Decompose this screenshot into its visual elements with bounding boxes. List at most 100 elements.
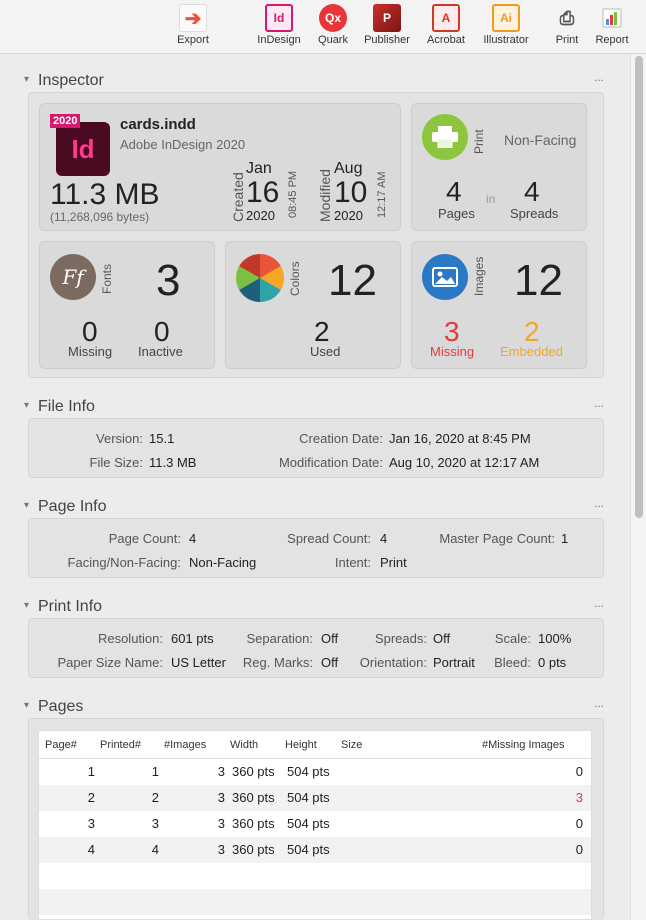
- table-row[interactable]: 2 2 3 360 pts 504 pts 3: [39, 785, 591, 811]
- images-count: 12: [514, 256, 563, 305]
- created-label: Created: [230, 172, 246, 222]
- export-button[interactable]: ➔ Export: [161, 4, 225, 46]
- file-app: Adobe InDesign 2020: [120, 137, 246, 152]
- paper-size-value: US Letter: [171, 655, 226, 670]
- table-cell: 360 pts: [232, 842, 275, 857]
- spreads-label: Spreads:: [374, 631, 427, 646]
- created-day: 16: [246, 176, 280, 209]
- creation-date-value: Jan 16, 2020 at 8:45 PM: [389, 431, 531, 446]
- file-info-more-button[interactable]: ...: [594, 396, 604, 410]
- fonts-label: Fonts: [100, 263, 114, 294]
- table-cell: 3: [217, 842, 225, 857]
- images-icon: [422, 254, 468, 300]
- table-cell: 2: [87, 790, 95, 805]
- page-info-more-button[interactable]: ...: [594, 496, 604, 510]
- inspector-title: Inspector: [38, 72, 104, 89]
- bleed-value: 0 pts: [538, 655, 567, 670]
- table-row[interactable]: 1 1 3 360 pts 504 pts 0: [39, 759, 591, 785]
- page-info-title: Page Info: [38, 498, 107, 515]
- inspector-header[interactable]: ▾ Inspector ...: [24, 70, 604, 92]
- column-header[interactable]: Height: [285, 739, 317, 751]
- table-cell: 1: [87, 764, 95, 779]
- colors-card: Colors 12 2 Used: [225, 241, 401, 369]
- column-header[interactable]: Printed#: [100, 739, 141, 751]
- table-cell: 3: [87, 816, 95, 831]
- illustrator-icon: Ai: [492, 4, 520, 32]
- modification-date-label: Modification Date:: [278, 455, 383, 470]
- modified-day: 10: [334, 176, 368, 209]
- fonts-inactive-label: Inactive: [138, 344, 183, 359]
- publisher-button[interactable]: P Publisher: [355, 4, 419, 46]
- fonts-count: 3: [156, 256, 181, 305]
- export-icon: ➔: [179, 4, 207, 32]
- acrobat-button[interactable]: A Acrobat: [414, 4, 478, 46]
- resolution-value: 601 pts: [171, 631, 214, 646]
- column-header[interactable]: #Images: [164, 739, 206, 751]
- inspector-more-button[interactable]: ...: [594, 70, 604, 84]
- chevron-down-icon[interactable]: ▾: [24, 700, 29, 711]
- report-label: Report: [595, 34, 629, 46]
- inspector-panel: Id 2020 cards.indd Adobe InDesign 2020 1…: [28, 92, 604, 378]
- colors-used-label: Used: [310, 344, 341, 359]
- print-facing: Non-Facing: [504, 132, 577, 148]
- column-header[interactable]: Size: [341, 739, 362, 751]
- table-cell: 3: [217, 790, 225, 805]
- separation-label: Separation:: [246, 631, 314, 646]
- scale-label: Scale:: [494, 631, 531, 646]
- images-label: Images: [472, 256, 486, 296]
- reg-marks-value: Off: [321, 655, 339, 670]
- version-badge: 2020: [50, 114, 81, 128]
- print-label: Print: [472, 129, 486, 154]
- acrobat-icon: A: [432, 4, 460, 32]
- file-size: 11.3 MB: [50, 178, 160, 211]
- vertical-scrollbar[interactable]: [630, 54, 646, 920]
- print-info-title: Print Info: [38, 598, 103, 615]
- column-header[interactable]: #Missing Images: [482, 739, 565, 751]
- column-header[interactable]: Page#: [45, 739, 77, 751]
- table-row[interactable]: 4 4 3 360 pts 504 pts 0: [39, 837, 591, 863]
- creation-date-label: Creation Date:: [299, 431, 383, 446]
- pages-more-button[interactable]: ...: [594, 696, 604, 710]
- version-value: 15.1: [149, 431, 175, 446]
- column-header[interactable]: Width: [230, 739, 258, 751]
- printer-icon: [422, 114, 468, 160]
- bleed-label: Bleed:: [494, 655, 531, 670]
- chevron-down-icon[interactable]: ▾: [24, 500, 29, 511]
- pages-table: Page# Printed# #Images Width Height Size…: [38, 730, 592, 920]
- chevron-down-icon[interactable]: ▾: [24, 74, 29, 85]
- fonts-card: Ff Fonts 3 0 Missing 0 Inactive: [39, 241, 215, 369]
- table-cell: 1: [151, 764, 159, 779]
- master-page-count-label: Master Page Count:: [439, 531, 555, 546]
- file-info-header[interactable]: ▾ File Info ...: [24, 396, 604, 418]
- illustrator-button[interactable]: Ai Illustrator: [474, 4, 538, 46]
- file-info-panel: Version: 15.1 File Size: 11.3 MB Creatio…: [28, 418, 604, 478]
- empty-row: [39, 863, 591, 889]
- table-cell: 3: [151, 816, 159, 831]
- chevron-down-icon[interactable]: ▾: [24, 600, 29, 611]
- table-cell: 360 pts: [232, 790, 275, 805]
- page-count-value: 4: [189, 531, 197, 546]
- export-label: Export: [177, 34, 209, 46]
- table-cell: 504 pts: [287, 790, 330, 805]
- print-in: in: [486, 192, 496, 206]
- table-cell: 504 pts: [287, 816, 330, 831]
- file-info-title: File Info: [38, 398, 95, 415]
- scrollbar-thumb[interactable]: [635, 56, 643, 518]
- print-info-more-button[interactable]: ...: [594, 596, 604, 610]
- pages-header[interactable]: ▾ Pages ...: [24, 696, 604, 718]
- print-pages-label: Pages: [438, 206, 475, 221]
- table-cell: 3: [575, 790, 583, 805]
- table-cell: 4: [151, 842, 159, 857]
- print-info-header[interactable]: ▾ Print Info ...: [24, 596, 604, 618]
- spread-count-label: Spread Count:: [287, 531, 371, 546]
- separation-value: Off: [321, 631, 339, 646]
- master-page-count-value: 1: [561, 531, 569, 546]
- table-cell: 0: [575, 816, 583, 831]
- report-icon: [598, 4, 626, 32]
- chevron-down-icon[interactable]: ▾: [24, 400, 29, 411]
- facing-value: Non-Facing: [189, 555, 257, 570]
- report-button[interactable]: Report: [580, 4, 644, 46]
- table-row[interactable]: 3 3 3 360 pts 504 pts 0: [39, 811, 591, 837]
- page-info-header[interactable]: ▾ Page Info ...: [24, 496, 604, 518]
- file-bytes: (11,268,096 bytes): [50, 210, 150, 224]
